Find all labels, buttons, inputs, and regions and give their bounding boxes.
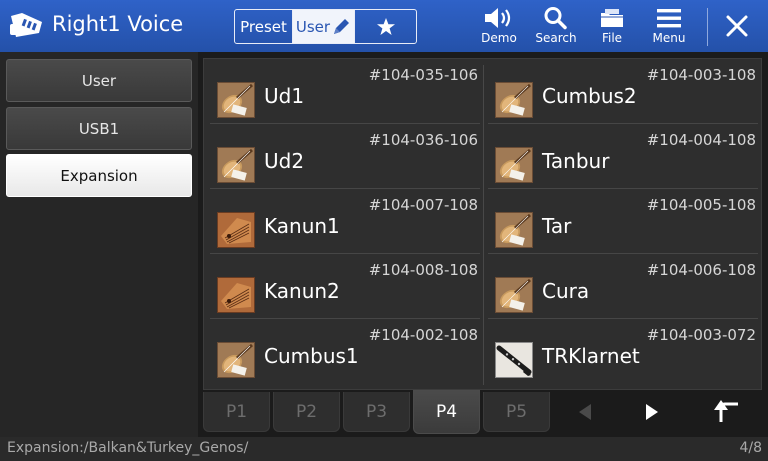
prev-page-button[interactable] [570,398,600,426]
voice-number: #104-003-108 [646,66,756,84]
lute-icon [495,212,533,248]
voice-name: Ud1 [264,84,305,108]
page-tab-label: P3 [365,401,388,422]
lute-icon [217,82,255,118]
lute-icon [217,147,255,183]
voice-item[interactable]: Kanun1 #104-007-108 [210,190,480,254]
voice-number: #104-006-108 [646,261,756,279]
lute-icon [495,82,533,118]
voice-item[interactable]: Ud2 #104-036-106 [210,125,480,189]
voice-number: #104-002-108 [368,326,478,344]
sidebar-item-label: User [81,71,117,90]
voice-name: TRKlarnet [542,344,640,368]
column-divider [483,65,484,385]
sidebar-item-usb1[interactable]: USB1 [6,107,192,150]
page-tab-p3[interactable]: P3 [343,392,410,432]
sidebar-item-label: Expansion [60,166,138,185]
sidebar-item-expansion[interactable]: Expansion [6,154,192,197]
tab-preset[interactable]: Preset [235,10,293,43]
page-tab-p4[interactable]: P4 [413,390,480,434]
voice-item[interactable]: Cura #104-006-108 [488,255,758,319]
voice-name: Tar [542,214,572,238]
voice-name: Kanun2 [264,279,340,303]
search-button[interactable]: Search [532,6,580,50]
tab-user[interactable]: User [293,10,355,43]
keyboard-icon [10,13,42,37]
voice-name: Cumbus2 [542,84,637,108]
speaker-icon [485,8,511,28]
tab-preset-label: Preset [240,17,287,36]
search-label: Search [535,31,577,45]
sidebar: User USB1 Expansion [0,52,198,437]
voice-item[interactable]: TRKlarnet #104-003-072 [488,320,758,384]
pencil-icon [334,18,350,34]
file-button[interactable]: File [594,6,630,50]
lute-icon [495,277,533,313]
menu-button[interactable]: Menu [648,6,690,50]
page-tab-label: P2 [295,401,318,422]
page-tab-p5[interactable]: P5 [483,392,550,432]
sidebar-item-label: USB1 [78,119,120,138]
next-page-button[interactable] [637,398,667,426]
voice-name: Ud2 [264,149,305,173]
header-divider [707,8,708,46]
voice-number: #104-005-108 [646,196,756,214]
page-tab-p1[interactable]: P1 [203,392,270,432]
zither-icon [217,277,255,313]
triangle-left-icon [579,404,591,420]
voice-number: #104-035-106 [368,66,478,84]
folder-icon [601,9,623,27]
search-icon [544,7,567,30]
voice-item[interactable]: Tar #104-005-108 [488,190,758,254]
voice-number: #104-007-108 [368,196,478,214]
page-tab-label: P5 [505,401,528,422]
voice-number: #104-036-106 [368,131,478,149]
up-folder-button[interactable] [709,398,743,426]
window-title: Right1 Voice [52,12,184,36]
triangle-right-icon [646,404,658,420]
zither-icon [217,212,255,248]
voice-item[interactable]: Kanun2 #104-008-108 [210,255,480,319]
voice-list: Ud1 #104-035-106 Cumbus2 #104-003-108 Ud… [203,58,762,390]
voice-item[interactable]: Ud1 #104-035-106 [210,60,480,124]
status-bar: Expansion:/Balkan&Turkey_Genos/ 4/8 [0,437,768,461]
demo-button[interactable]: Demo [478,6,520,50]
menu-label: Menu [652,31,686,45]
lute-icon [495,147,533,183]
voice-number: #104-008-108 [368,261,478,279]
voice-item[interactable]: Cumbus2 #104-003-108 [488,60,758,124]
demo-label: Demo [481,31,517,45]
sidebar-item-user[interactable]: User [6,59,192,102]
tab-favorite[interactable] [355,10,416,43]
voice-name: Kanun1 [264,214,340,238]
voice-item[interactable]: Tanbur #104-004-108 [488,125,758,189]
current-path: Expansion:/Balkan&Turkey_Genos/ [7,440,249,456]
page-count: 4/8 [739,440,762,456]
voice-name: Tanbur [542,149,610,173]
page-tabs: P1 P2 P3 P4 P5 [203,390,762,434]
voice-name: Cura [542,279,590,303]
menu-icon [657,9,681,28]
voice-number: #104-004-108 [646,131,756,149]
voice-name: Cumbus1 [264,344,359,368]
return-up-icon [714,400,738,422]
page-tab-label: P4 [435,401,458,422]
tab-user-label: User [295,17,331,36]
voice-category-tabs: Preset User [234,9,417,44]
close-icon[interactable] [722,11,752,41]
voice-item[interactable]: Cumbus1 #104-002-108 [210,320,480,384]
lute-icon [217,342,255,378]
page-tab-label: P1 [225,401,248,422]
voice-number: #104-003-072 [646,326,756,344]
page-tab-p2[interactable]: P2 [273,392,340,432]
header-bar: Right1 Voice Preset User Demo Search Fil… [0,0,768,52]
clarinet-icon [495,342,533,378]
star-icon [376,17,395,35]
file-label: File [601,31,623,45]
